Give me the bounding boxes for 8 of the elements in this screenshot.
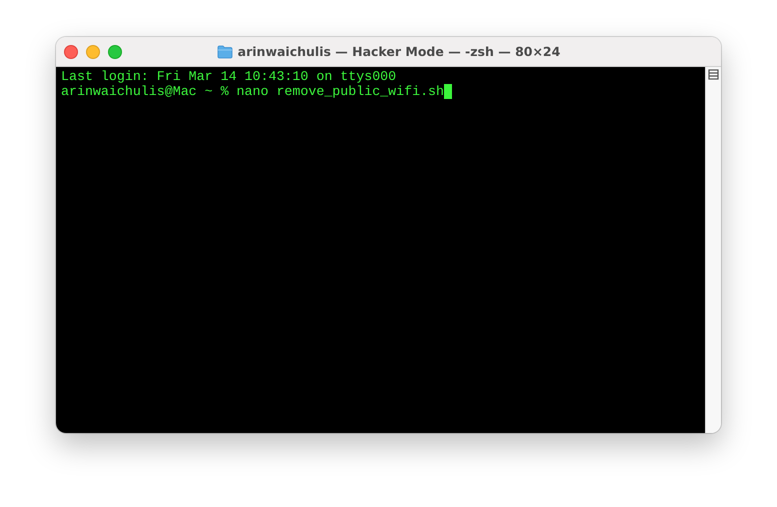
window-title: arinwaichulis — Hacker Mode — -zsh — 80×24: [238, 44, 560, 59]
minimize-button[interactable]: [86, 44, 100, 58]
close-button[interactable]: [64, 44, 78, 58]
zoom-button[interactable]: [108, 44, 122, 58]
folder-icon: [216, 44, 233, 58]
split-pane-icon[interactable]: [708, 69, 719, 80]
terminal-line: arinwaichulis@Mac ~ % nano remove_public_wifi.sh: [61, 84, 444, 99]
terminal-line: Last login: Fri Mar 14 10:43:10 on ttys000: [61, 69, 396, 84]
